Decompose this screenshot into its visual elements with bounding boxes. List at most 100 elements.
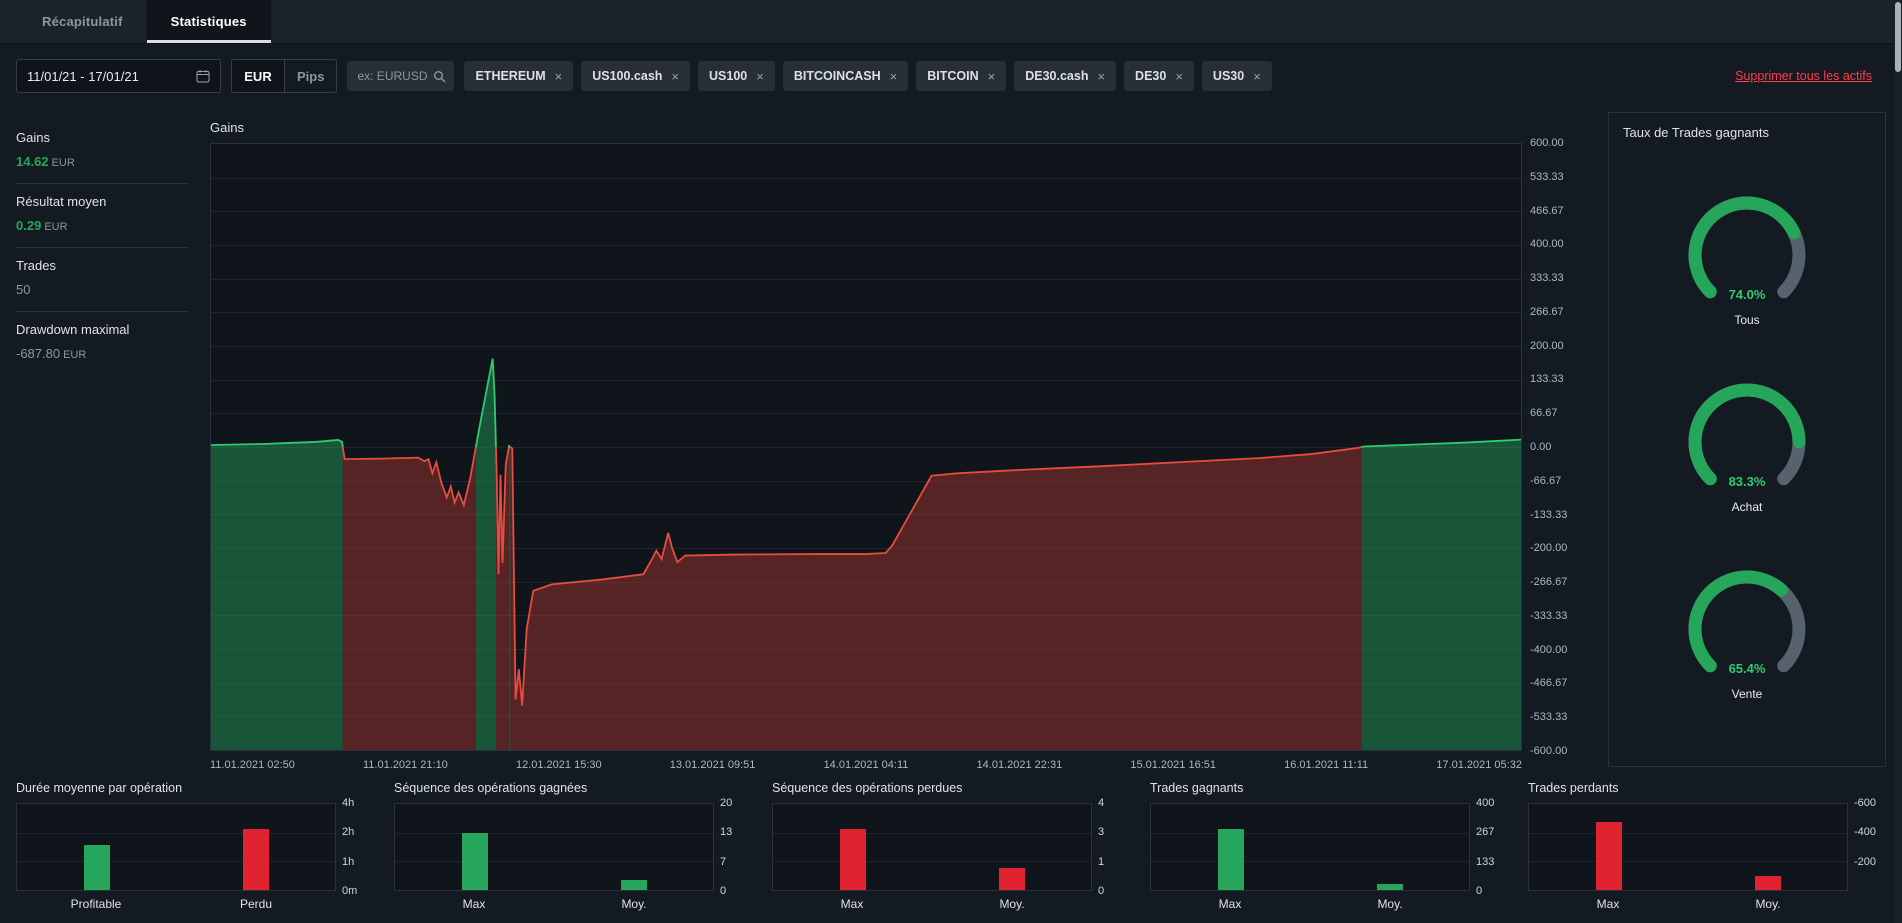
y-axis-tick: 600.00 <box>1530 137 1564 149</box>
x-axis-tick: 14.01.2021 04:11 <box>823 759 909 771</box>
eur-button[interactable]: EUR <box>232 60 284 92</box>
asset-chip[interactable]: US100 × <box>698 61 775 91</box>
y-axis-tick: 1 <box>1098 855 1105 868</box>
date-range-input[interactable]: 11/01/21 - 17/01/21 <box>16 59 221 93</box>
chip-remove-icon[interactable]: × <box>1097 69 1105 84</box>
scrollbar-track[interactable] <box>1894 0 1902 923</box>
x-axis-tick: 11.01.2021 02:50 <box>210 759 295 771</box>
y-axis-tick: 133.33 <box>1530 373 1564 386</box>
stat-value-number: 50 <box>16 282 31 297</box>
gauge-value <box>1688 196 1801 299</box>
asset-chip[interactable]: US30 × <box>1201 61 1272 91</box>
gauge-percent: 74.0% <box>1729 287 1766 302</box>
y-axis-tick: 133 <box>1476 855 1495 868</box>
equity-chart <box>211 144 1521 750</box>
asset-chip-label: BITCOIN <box>927 69 979 83</box>
bar-category-label: Max <box>462 897 486 911</box>
chip-remove-icon[interactable]: × <box>1175 69 1183 84</box>
bar-chart-y-axis: 4h 2h 1h 0m <box>336 797 374 897</box>
stat-value-unit: EUR <box>44 221 68 233</box>
equity-y-axis: 600.00 533.33 466.67 400.00 333.33 266.67 200.… <box>1522 137 1578 757</box>
asset-chip-label: US100 <box>709 69 748 83</box>
gauge-label: Vente <box>1731 687 1763 701</box>
y-axis-tick: 0m <box>342 885 358 897</box>
y-axis-tick: 0 <box>720 885 727 897</box>
y-axis-tick: 66.67 <box>1530 407 1558 420</box>
gridline <box>395 832 713 834</box>
equity-line <box>509 446 510 447</box>
x-axis-tick: 11.01.2021 21:10 <box>362 759 448 771</box>
bar-chart-plot <box>772 803 1092 891</box>
asset-chip[interactable]: BITCOINCASH × <box>782 61 909 91</box>
stat-item: Résultat moyen 0.29 EUR <box>16 184 188 248</box>
asset-chip[interactable]: ETHEREUM × <box>464 61 574 91</box>
gridline <box>1529 832 1847 834</box>
y-axis-tick: 400.00 <box>1530 238 1564 251</box>
gauge-arc: 65.4% <box>1688 570 1806 676</box>
gauge-percent: 83.3% <box>1729 474 1766 489</box>
stat-value-number: 14.62 <box>16 154 49 169</box>
equity-area-positive <box>475 358 496 750</box>
asset-chip[interactable]: BITCOIN × <box>916 61 1007 91</box>
asset-chips: ETHEREUM × US100.cash × US100 × BITCOINCASH × BI… <box>464 61 1272 91</box>
gridline <box>1529 861 1847 863</box>
chip-remove-icon[interactable]: × <box>988 69 996 84</box>
bar-chart-title: Trades gagnants <box>1150 781 1244 795</box>
x-axis-tick: 12.01.2021 15:30 <box>515 759 602 771</box>
stat-label: Gains <box>16 130 50 145</box>
bar-chart-plot <box>394 803 714 891</box>
bottom-charts-row: Durée moyenne par opération 4h 2h 1h 0m Profi… <box>0 771 1902 911</box>
asset-chip[interactable]: DE30 × <box>1124 61 1194 91</box>
stat-value-unit: EUR <box>51 157 75 169</box>
gauge-label: Tous <box>1734 313 1760 327</box>
equity-x-axis: 11.01.2021 02:50 11.01.2021 21:10 12.01.20… <box>210 759 1522 771</box>
win-rate-title: Taux de Trades gagnants <box>1623 125 1769 140</box>
stat-value: 14.62 EUR <box>16 154 188 169</box>
bar-chart-panel: Trades gagnants 400 267 133 0 Max Moy. <box>1150 781 1508 911</box>
bar-category-label: Max <box>1596 897 1620 911</box>
gauge-label: Achat <box>1731 500 1763 514</box>
chip-remove-icon[interactable]: × <box>671 69 679 84</box>
stat-value: -687.80 EUR <box>16 346 188 361</box>
bar-chart-x-axis: Max Moy. <box>394 897 714 911</box>
symbol-search-input[interactable] <box>355 68 430 84</box>
y-axis-tick: -266.67 <box>1530 576 1568 589</box>
scrollbar-thumb[interactable] <box>1895 2 1901 72</box>
chip-remove-icon[interactable]: × <box>555 69 563 84</box>
bar-chart-x-axis: Profitable Perdu <box>16 897 336 911</box>
y-axis-tick: 466.67 <box>1530 204 1564 217</box>
y-axis-tick: 400 <box>1476 797 1495 809</box>
asset-chip[interactable]: DE30.cash × <box>1014 61 1117 91</box>
chip-remove-icon[interactable]: × <box>756 69 764 84</box>
bar-chart-x-axis: Max Moy. <box>772 897 1092 911</box>
stat-label: Drawdown maximal <box>16 322 130 337</box>
bar-chart-y-axis: 400 267 133 0 <box>1470 797 1508 897</box>
chip-remove-icon[interactable]: × <box>1253 69 1261 84</box>
x-axis-tick: 14.01.2021 22:31 <box>976 759 1063 771</box>
bar-chart-title: Trades perdants <box>1528 781 1619 795</box>
y-axis-tick: 267 <box>1476 826 1495 839</box>
bar-chart-title: Séquence des opérations perdues <box>772 781 963 795</box>
y-axis-tick: 3 <box>1098 826 1105 839</box>
bar-chart-plot <box>1528 803 1848 891</box>
bar <box>1595 822 1622 890</box>
y-axis-tick: 7 <box>720 855 727 868</box>
stat-value: 0.29 EUR <box>16 218 188 233</box>
gridline <box>1151 861 1469 863</box>
stat-value-number: 0.29 <box>16 218 42 233</box>
x-axis-tick: 17.01.2021 05:32 <box>1436 759 1522 771</box>
unit-toggle: EUR Pips <box>231 59 338 93</box>
tab-recapitulatif[interactable]: Récapitulatif <box>18 0 147 43</box>
asset-chip-label: US100.cash <box>592 69 663 83</box>
symbol-search[interactable] <box>347 61 455 91</box>
stat-item: Trades 50 <box>16 248 188 312</box>
chip-remove-icon[interactable]: × <box>890 69 898 84</box>
pips-button[interactable]: Pips <box>284 60 336 92</box>
asset-chip[interactable]: US100.cash × <box>581 61 690 91</box>
bar <box>1217 828 1244 890</box>
tab-statistiques[interactable]: Statistiques <box>146 0 271 43</box>
win-rate-gauge: 65.4% Vente <box>1672 567 1822 701</box>
remove-all-assets-link[interactable]: Supprimer tous les actifs <box>1735 69 1872 83</box>
win-rate-gauge: 74.0% Tous <box>1672 193 1822 327</box>
bar-category-label: Moy. <box>621 897 647 911</box>
